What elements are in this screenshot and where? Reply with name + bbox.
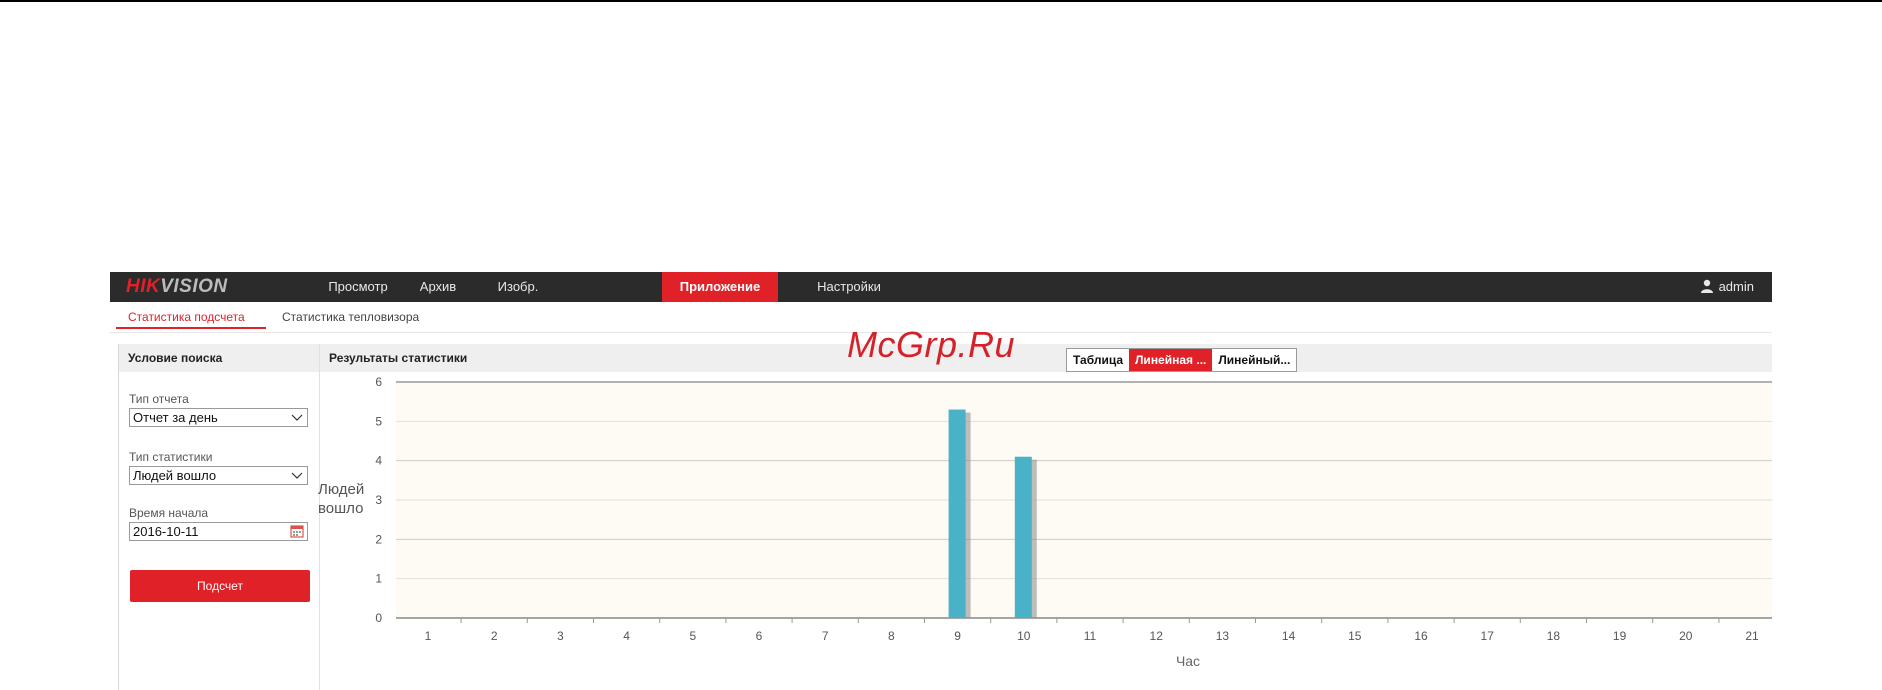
user-icon [1700, 279, 1713, 293]
chevron-down-icon [291, 472, 303, 479]
x-tick-label: 15 [1348, 629, 1362, 643]
x-tick-label: 5 [689, 629, 696, 643]
x-tick-label: 14 [1282, 629, 1296, 643]
x-tick-label: 13 [1216, 629, 1230, 643]
x-tick-label: 19 [1613, 629, 1627, 643]
tab-counting-stats[interactable]: Статистика подсчета [128, 310, 245, 324]
tab-thermal-stats[interactable]: Статистика тепловизора [282, 310, 419, 324]
search-panel-title: Условие поиска [119, 344, 319, 372]
active-tab-indicator [116, 327, 266, 329]
nav-view[interactable]: Просмотр [320, 272, 396, 302]
x-tick-label: 3 [557, 629, 564, 643]
y-tick-label: 0 [375, 611, 382, 625]
view-switcher: Таблица Линейная ... Линейный... [1066, 348, 1298, 372]
x-tick-label: 21 [1745, 629, 1759, 643]
chart-xlabel: Час [1176, 653, 1200, 669]
nav-settings[interactable]: Настройки [806, 272, 892, 302]
y-tick-label: 3 [375, 493, 382, 507]
username: admin [1718, 279, 1754, 294]
x-tick-label: 9 [954, 629, 961, 643]
x-tick-label: 12 [1150, 629, 1164, 643]
stat-type-label: Тип статистики [129, 450, 213, 464]
start-time-label: Время начала [129, 506, 209, 520]
x-tick-label: 10 [1017, 629, 1031, 643]
view-tab-table[interactable]: Таблица [1067, 349, 1129, 371]
calendar-icon[interactable] [290, 524, 304, 538]
y-tick-label: 5 [375, 414, 382, 428]
x-tick-label: 7 [822, 629, 829, 643]
nav-application[interactable]: Приложение [662, 272, 778, 302]
watermark: McGrp.Ru [847, 324, 1016, 365]
view-tab-line-chart[interactable]: Линейный... [1212, 349, 1296, 371]
results-header: Результаты статистики [320, 344, 1772, 372]
view-tab-bar-chart[interactable]: Линейная ... [1129, 349, 1213, 371]
nav-archive[interactable]: Архив [400, 272, 476, 302]
top-rule [0, 0, 1882, 2]
nav-image[interactable]: Изобр. [480, 272, 556, 302]
x-tick-label: 20 [1679, 629, 1693, 643]
x-tick-label: 2 [491, 629, 498, 643]
y-tick-label: 6 [375, 375, 382, 389]
stat-type-select[interactable]: Людей вошло [129, 466, 308, 485]
user-menu[interactable]: admin [1700, 272, 1754, 302]
x-tick-label: 6 [756, 629, 763, 643]
search-panel: Условие поиска Тип отчета Отчет за день … [118, 344, 320, 690]
chevron-down-icon [291, 414, 303, 421]
x-tick-label: 18 [1547, 629, 1561, 643]
y-tick-label: 4 [375, 454, 382, 468]
x-tick-label: 1 [425, 629, 432, 643]
x-tick-label: 17 [1481, 629, 1495, 643]
bar-hour-9 [948, 409, 966, 618]
x-tick-label: 4 [623, 629, 630, 643]
start-time-value: 2016-10-11 [133, 524, 199, 539]
bar-chart: 01234561 2 3 4 5 6 7 8 9 10 11 12 13 14 15 16 17 18 19 20 21… [375, 375, 1772, 669]
results-title: Результаты статистики [329, 351, 468, 365]
x-tick-label: 16 [1414, 629, 1428, 643]
count-button[interactable]: Подсчет [130, 570, 310, 602]
stat-type-value: Людей вошло [133, 468, 217, 483]
start-time-input[interactable]: 2016-10-11 [129, 522, 308, 541]
x-tick-label: 11 [1084, 629, 1097, 643]
y-tick-label: 1 [375, 572, 382, 586]
report-type-value: Отчет за день [133, 410, 218, 425]
report-type-label: Тип отчета [129, 392, 189, 406]
logo: HIKVISION [126, 276, 228, 297]
x-tick-label: 8 [888, 629, 895, 643]
y-tick-label: 2 [375, 532, 382, 546]
bar-hour-10 [1014, 456, 1032, 618]
report-type-select[interactable]: Отчет за день [129, 408, 308, 427]
navbar: HIKVISION Просмотр Архив Изобр. Приложен… [110, 272, 1772, 302]
